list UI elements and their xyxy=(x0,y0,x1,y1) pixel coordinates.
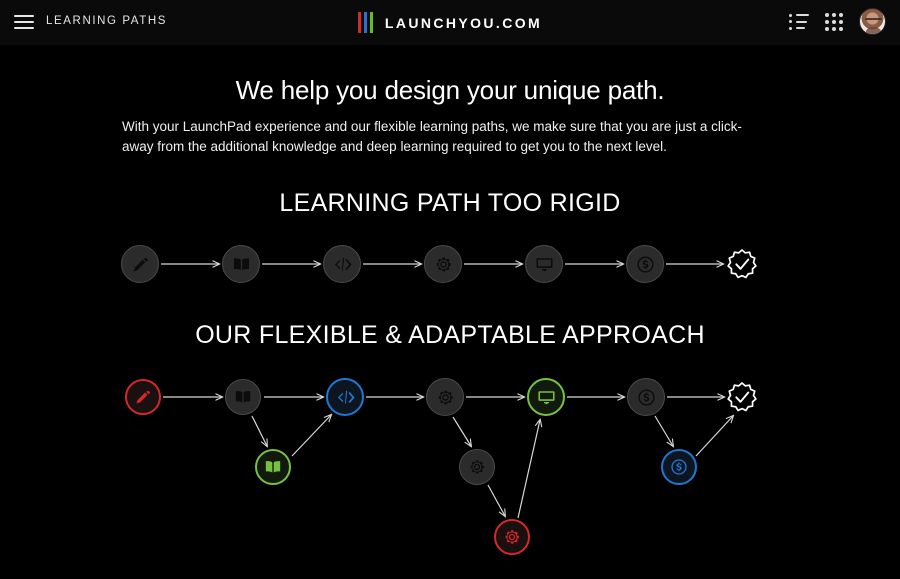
section-title-flexible: OUR FLEXIBLE & ADAPTABLE APPROACH xyxy=(195,321,705,349)
node-pencil-r1[interactable] xyxy=(121,245,159,283)
connector-arrow xyxy=(654,415,673,446)
page-title: We help you design your unique path. xyxy=(235,75,665,105)
brand-bars-icon xyxy=(357,12,373,33)
node-book-f3[interactable] xyxy=(255,449,291,485)
dollar-icon xyxy=(661,449,697,485)
node-gear-r4[interactable] xyxy=(424,245,462,283)
node-gear-f5[interactable] xyxy=(426,378,464,416)
gear-icon xyxy=(494,519,530,555)
node-dollar-f10[interactable] xyxy=(661,449,697,485)
check-badge-icon-f11[interactable] xyxy=(727,382,757,412)
gear-icon xyxy=(426,378,464,416)
node-dollar-f9[interactable] xyxy=(627,378,665,416)
brand-logo[interactable]: LAUNCHYOU.COM xyxy=(0,12,900,33)
gear-icon xyxy=(459,449,495,485)
node-pencil-f1[interactable] xyxy=(125,379,161,415)
top-header: LEARNING PATHS LAUNCHYOU.COM xyxy=(0,0,900,45)
pencil-icon xyxy=(125,379,161,415)
avatar[interactable] xyxy=(859,8,886,35)
connector-arrow xyxy=(695,416,733,457)
book-icon xyxy=(255,449,291,485)
list-icon-row xyxy=(789,20,809,23)
connector-arrow xyxy=(251,415,267,446)
node-gear-f6[interactable] xyxy=(459,449,495,485)
node-code-r3[interactable] xyxy=(323,245,361,283)
connector-arrow xyxy=(452,416,471,446)
node-dollar-r6[interactable] xyxy=(626,245,664,283)
book-icon xyxy=(225,379,261,415)
node-monitor-f8[interactable] xyxy=(527,378,565,416)
book-icon xyxy=(222,245,260,283)
node-book-f2[interactable] xyxy=(225,379,261,415)
brand-bar-red xyxy=(357,12,361,33)
list-icon-row xyxy=(789,13,809,17)
connector-arrow xyxy=(291,415,331,457)
diagram-rigid-path xyxy=(0,238,900,294)
page-root: LEARNING PATHS LAUNCHYOU.COM We help you… xyxy=(0,0,900,579)
brand-text: LAUNCHYOU.COM xyxy=(384,14,543,31)
node-book-r2[interactable] xyxy=(222,245,260,283)
node-code-f4[interactable] xyxy=(326,378,364,416)
connector-arrow xyxy=(517,420,540,519)
check-badge-icon-r7[interactable] xyxy=(727,249,757,279)
code-icon xyxy=(323,245,361,283)
dollar-icon xyxy=(627,378,665,416)
connector-arrow xyxy=(487,484,505,516)
list-icon[interactable] xyxy=(789,13,809,30)
grid-apps-icon[interactable] xyxy=(825,12,843,31)
monitor-icon xyxy=(527,378,565,416)
monitor-icon xyxy=(525,245,563,283)
section-title-rigid: LEARNING PATH TOO RIGID xyxy=(279,189,621,217)
code-icon xyxy=(326,378,364,416)
list-icon-row xyxy=(789,26,809,30)
node-monitor-r5[interactable] xyxy=(525,245,563,283)
brand-bar-green xyxy=(369,12,373,33)
pencil-icon xyxy=(121,245,159,283)
hero-description: With your LaunchPad experience and our f… xyxy=(122,119,742,154)
brand-bar-blue xyxy=(363,12,367,33)
dollar-icon xyxy=(626,245,664,283)
diagram-flexible-path xyxy=(0,368,900,568)
node-gear-f7[interactable] xyxy=(494,519,530,555)
header-actions xyxy=(789,8,886,35)
gear-icon xyxy=(424,245,462,283)
